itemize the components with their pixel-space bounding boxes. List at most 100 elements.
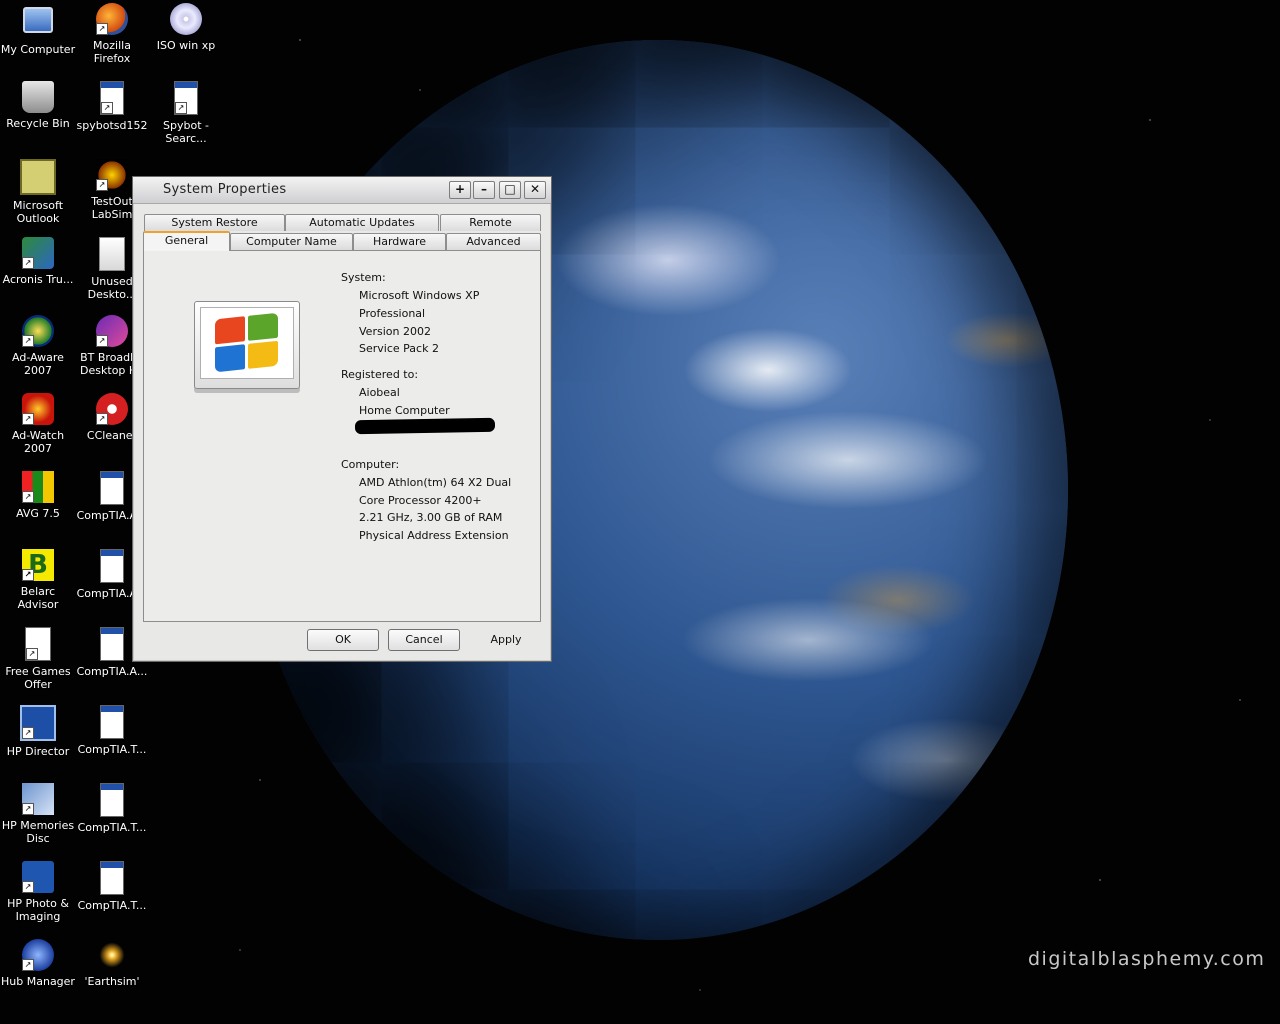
avg-icon: [22, 471, 54, 503]
icon-label: CompTIA.T...: [77, 821, 147, 834]
desktop-icon-adwatch[interactable]: Ad-Watch 2007: [0, 393, 76, 455]
icon-label: HP Memories Disc: [1, 819, 75, 845]
icon-label: 'Earthsim': [84, 975, 140, 988]
desktop-icon-spybot[interactable]: Spybot - Searc...: [148, 81, 224, 145]
icon-label: Ad-Watch 2007: [11, 429, 65, 455]
games-icon: [25, 627, 51, 661]
firefox-icon: [96, 3, 128, 35]
icon-label: CompTIA.T...: [77, 899, 147, 912]
desktop-icon-free-games[interactable]: Free Games Offer: [0, 627, 76, 691]
apply-button[interactable]: Apply: [470, 629, 542, 651]
icon-label: Ad-Aware 2007: [12, 351, 64, 377]
desktop-icon-recycle-bin[interactable]: Recycle Bin: [0, 81, 76, 130]
desktop-icon-outlook[interactable]: Microsoft Outlook: [0, 159, 76, 225]
icon-label: Recycle Bin: [6, 117, 70, 130]
folder-icon: [99, 237, 125, 271]
tab-hardware[interactable]: Hardware: [353, 233, 446, 250]
earthsim-icon: [96, 939, 128, 971]
adaware-icon: [22, 315, 54, 347]
hp-director-icon: [20, 705, 56, 741]
document-icon: [100, 549, 124, 583]
ok-button[interactable]: OK: [307, 629, 379, 651]
desktop-icon-hp-photo[interactable]: HP Photo & Imaging: [0, 861, 76, 923]
icon-label: Microsoft Outlook: [12, 199, 64, 225]
icon-label: Belarc Advisor: [17, 585, 59, 611]
computer-speed-ram: 2.21 GHz, 3.00 GB of RAM: [359, 511, 503, 524]
tab-row-front: General Computer Name Hardware Advanced: [143, 231, 541, 251]
adwatch-icon: [22, 393, 54, 425]
redacted-product-id: [354, 417, 496, 435]
desktop-icon-comptia-5[interactable]: CompTIA.T...: [74, 783, 150, 834]
icon-label: Free Games Offer: [5, 665, 71, 691]
desktop-icon-earthsim[interactable]: 'Earthsim': [74, 939, 150, 988]
desktop-icon-acronis[interactable]: Acronis Tru...: [0, 237, 76, 286]
computer-cpu-line2: Core Processor 4200+: [359, 494, 482, 507]
desktop-icon-hp-director[interactable]: HP Director: [0, 705, 76, 758]
registered-heading: Registered to:: [341, 368, 419, 381]
installer-icon: [100, 81, 124, 115]
icon-label: spybotsd152: [76, 119, 148, 132]
icon-label: AVG 7.5: [16, 507, 60, 520]
icon-label: HP Photo & Imaging: [7, 897, 69, 923]
document-icon: [100, 471, 124, 505]
icon-label: ISO win xp: [156, 39, 216, 52]
icon-label: Hub Manager: [1, 975, 75, 988]
tab-general[interactable]: General: [143, 231, 230, 251]
icon-label: Acronis Tru...: [2, 273, 74, 286]
computer-pae: Physical Address Extension: [359, 529, 509, 542]
document-icon: [100, 705, 124, 739]
testout-icon: [96, 159, 128, 191]
desktop-icon-belarc[interactable]: B Belarc Advisor: [0, 549, 76, 611]
icon-label: My Computer: [0, 43, 76, 56]
help-button[interactable]: +: [449, 181, 471, 199]
windows-flag-icon: [215, 312, 279, 374]
close-button[interactable]: ✕: [524, 181, 546, 199]
desktop-icon-my-computer[interactable]: My Computer: [0, 3, 76, 56]
minimize-button[interactable]: –: [473, 181, 495, 199]
desktop-icon-adaware[interactable]: Ad-Aware 2007: [0, 315, 76, 377]
tab-row-back: System Restore Automatic Updates Remote: [143, 214, 541, 231]
belarc-icon: B: [22, 549, 54, 581]
hp-memories-icon: [22, 783, 54, 815]
system-properties-window: System Properties + – □ ✕ System Restore…: [132, 176, 552, 662]
hub-icon: [22, 939, 54, 971]
cd-icon: [170, 3, 202, 35]
system-os-name: Microsoft Windows XP: [359, 289, 480, 302]
computer-heading: Computer:: [341, 458, 400, 471]
desktop-icon-hub-manager[interactable]: Hub Manager: [0, 939, 76, 988]
system-heading: System:: [341, 271, 386, 284]
title-bar[interactable]: System Properties + – □ ✕: [133, 177, 551, 204]
computer-cpu-line1: AMD Athlon(tm) 64 X2 Dual: [359, 476, 512, 489]
document-icon: [100, 627, 124, 661]
general-tab-panel: System: Microsoft Windows XP Professiona…: [143, 250, 541, 622]
tab-advanced[interactable]: Advanced: [446, 233, 541, 250]
desktop-icon-hp-memories[interactable]: HP Memories Disc: [0, 783, 76, 845]
bt-icon: [96, 315, 128, 347]
tab-computer-name[interactable]: Computer Name: [230, 233, 353, 250]
icon-label: Mozilla Firefox: [93, 39, 131, 65]
system-edition: Professional: [359, 307, 426, 320]
recycle-bin-icon: [22, 81, 54, 113]
registered-user: Aiobeal: [359, 386, 400, 399]
acronis-icon: [22, 237, 54, 269]
icon-label: Spybot - Searc...: [163, 119, 209, 145]
desktop-icon-comptia-6[interactable]: CompTIA.T...: [74, 861, 150, 912]
wallpaper-watermark: digitalblasphemy.com: [1028, 948, 1266, 970]
tab-remote[interactable]: Remote: [440, 214, 541, 231]
desktop-icon-iso-win-xp[interactable]: ISO win xp: [148, 3, 224, 52]
outlook-icon: [20, 159, 56, 195]
windows-monitor-logo: [194, 301, 300, 389]
maximize-button[interactable]: □: [499, 181, 521, 199]
desktop-icon-firefox[interactable]: Mozilla Firefox: [74, 3, 150, 65]
tab-system-restore[interactable]: System Restore: [144, 214, 285, 231]
desktop-icon-comptia-4[interactable]: CompTIA.T...: [74, 705, 150, 756]
hp-photo-icon: [22, 861, 54, 893]
document-icon: [100, 783, 124, 817]
desktop-icon-spybotsd152[interactable]: spybotsd152: [74, 81, 150, 132]
cancel-button[interactable]: Cancel: [388, 629, 460, 651]
desktop-icon-avg[interactable]: AVG 7.5: [0, 471, 76, 520]
system-version: Version 2002: [359, 325, 431, 338]
tab-automatic-updates[interactable]: Automatic Updates: [285, 214, 439, 231]
spybot-icon: [174, 81, 198, 115]
icon-label: CompTIA.T...: [77, 743, 147, 756]
